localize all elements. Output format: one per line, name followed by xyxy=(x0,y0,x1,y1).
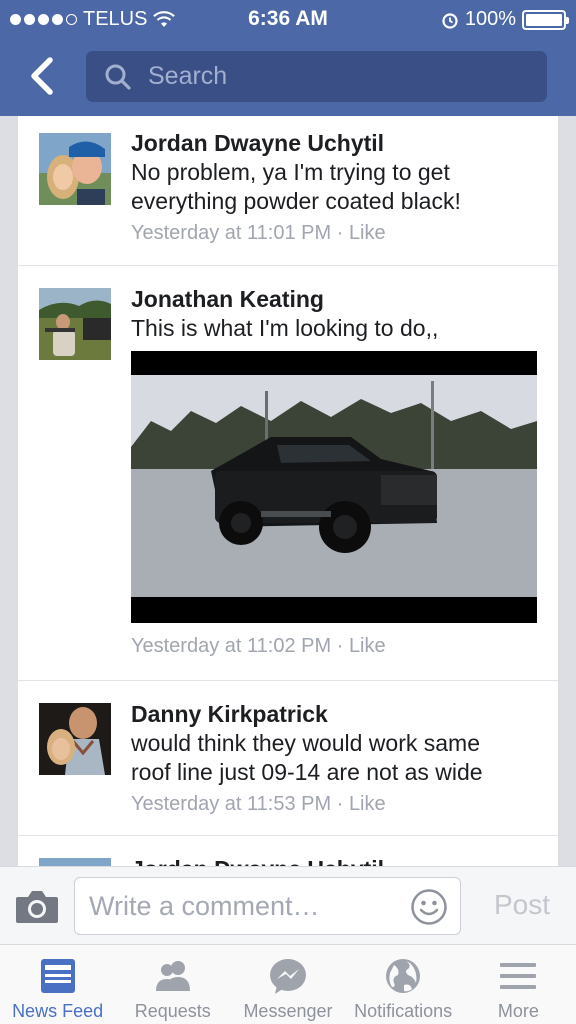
post-button[interactable]: Post xyxy=(494,889,550,921)
battery-icon xyxy=(522,9,569,30)
like-link[interactable]: Like xyxy=(349,793,386,815)
requests-icon xyxy=(155,961,190,991)
comment-placeholder: Write a comment… xyxy=(89,891,320,921)
tab-news-feed[interactable]: News Feed xyxy=(0,945,115,1024)
comment-text-line: would think they would work same xyxy=(131,730,480,756)
avatar[interactable] xyxy=(39,288,111,360)
top-bar: TELUS 6:36 AM 100% Search xyxy=(0,0,576,116)
comment-author[interactable]: Jordan Dwayne Uchytil xyxy=(131,854,542,866)
truck-photo xyxy=(131,351,537,623)
comment-item: Danny Kirkpatrick would think they would… xyxy=(18,681,558,836)
search-icon xyxy=(105,64,131,90)
tab-label: News Feed xyxy=(12,1001,104,1021)
like-link[interactable]: Like xyxy=(349,635,386,657)
comment-author[interactable]: Danny Kirkpatrick xyxy=(131,699,542,729)
tab-requests[interactable]: Requests xyxy=(115,945,230,1024)
comment-list: Jordan Dwayne Uchytil No problem, ya I'm… xyxy=(18,116,558,866)
tab-bar: News Feed Requests Messenger Notificatio… xyxy=(0,944,576,1024)
news-feed-icon xyxy=(40,959,75,993)
meta-separator: · xyxy=(336,635,344,657)
menu-icon xyxy=(500,963,537,989)
status-bar: TELUS 6:36 AM 100% xyxy=(0,0,576,38)
battery-percent: 100% xyxy=(464,8,516,30)
tab-label: Notifications xyxy=(354,1001,453,1021)
meta-separator: · xyxy=(336,793,344,815)
comment-meta: Yesterday at 11:01 PM · Like xyxy=(131,220,542,246)
comment-author[interactable]: Jonathan Keating xyxy=(131,284,542,314)
tab-notifications[interactable]: Notifications xyxy=(346,945,461,1024)
comment-item: Jordan Dwayne Uchytil No problem, ya I'm… xyxy=(18,116,558,266)
comment-composer: Write a comment… Post xyxy=(0,866,576,944)
comment-timestamp: Yesterday at 11:01 PM xyxy=(131,222,332,244)
meta-separator: · xyxy=(336,222,344,244)
tab-messenger[interactable]: Messenger xyxy=(230,945,345,1024)
comment-text-line: This is what I'm looking to do,, xyxy=(131,315,439,341)
avatar[interactable] xyxy=(39,858,111,866)
messenger-icon xyxy=(269,959,306,994)
comment-author[interactable]: Jordan Dwayne Uchytil xyxy=(131,128,542,158)
comment-item: Jordan Dwayne Uchytil xyxy=(18,836,558,866)
tab-label: More xyxy=(497,1001,539,1021)
comment-text-line: No problem, ya I'm trying to get xyxy=(131,159,450,185)
camera-icon[interactable] xyxy=(14,887,60,925)
like-link[interactable]: Like xyxy=(349,222,386,244)
tab-label: Messenger xyxy=(243,1001,333,1021)
back-arrow-icon[interactable] xyxy=(24,56,60,96)
tab-label: Requests xyxy=(134,1001,211,1021)
tab-more[interactable]: More xyxy=(461,945,576,1024)
comment-item: Jonathan Keating This is what I'm lookin… xyxy=(18,266,558,681)
avatar[interactable] xyxy=(39,703,111,775)
comment-input[interactable]: Write a comment… xyxy=(74,877,461,935)
avatar[interactable] xyxy=(39,133,111,205)
comment-timestamp: Yesterday at 11:53 PM xyxy=(131,793,332,815)
comment-text-line: everything powder coated black! xyxy=(131,188,461,214)
emoji-icon[interactable] xyxy=(410,888,448,926)
battery-status: 100% xyxy=(441,8,569,31)
search-placeholder: Search xyxy=(148,62,228,90)
comment-timestamp: Yesterday at 11:02 PM xyxy=(131,635,332,657)
comment-text-line: roof line just 09-14 are not as wide xyxy=(131,759,483,785)
globe-icon xyxy=(386,959,421,993)
search-bar[interactable]: Search xyxy=(86,51,547,102)
alarm-icon xyxy=(442,12,458,29)
comment-meta: Yesterday at 11:02 PM · Like xyxy=(131,633,542,659)
attached-photo[interactable] xyxy=(131,351,537,623)
comment-meta: Yesterday at 11:53 PM · Like xyxy=(131,791,542,817)
